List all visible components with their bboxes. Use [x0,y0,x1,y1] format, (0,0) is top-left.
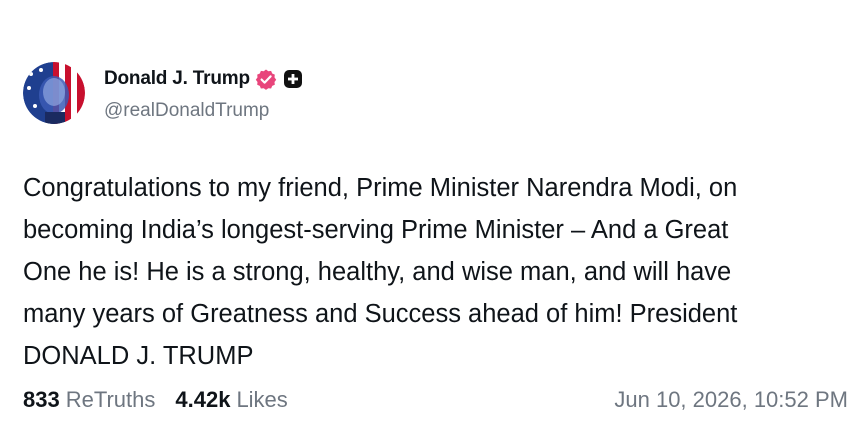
author-display-name[interactable]: Donald J. Trump [104,68,250,90]
post-timestamp[interactable]: Jun 10, 2026, 10:52 PM [614,387,848,413]
likes-label[interactable]: Likes [236,387,287,413]
post-text: Congratulations to my friend, Prime Mini… [23,174,738,370]
retruths-count[interactable]: 833 [23,387,60,413]
author-avatar[interactable] [23,62,85,124]
flag-portrait-avatar-icon [23,62,85,124]
plus-badge-icon [283,69,303,89]
post-stats: 833 ReTruths 4.42k Likes [23,387,288,413]
verified-badge-icon [255,68,277,90]
author-name-row: Donald J. Trump [104,67,303,91]
likes-count[interactable]: 4.42k [175,387,230,413]
retruths-label[interactable]: ReTruths [66,387,156,413]
author-handle[interactable]: @realDonaldTrump [104,100,269,122]
truth-post: Donald J. Trump @realDonaldTrump Congrat… [0,0,868,426]
